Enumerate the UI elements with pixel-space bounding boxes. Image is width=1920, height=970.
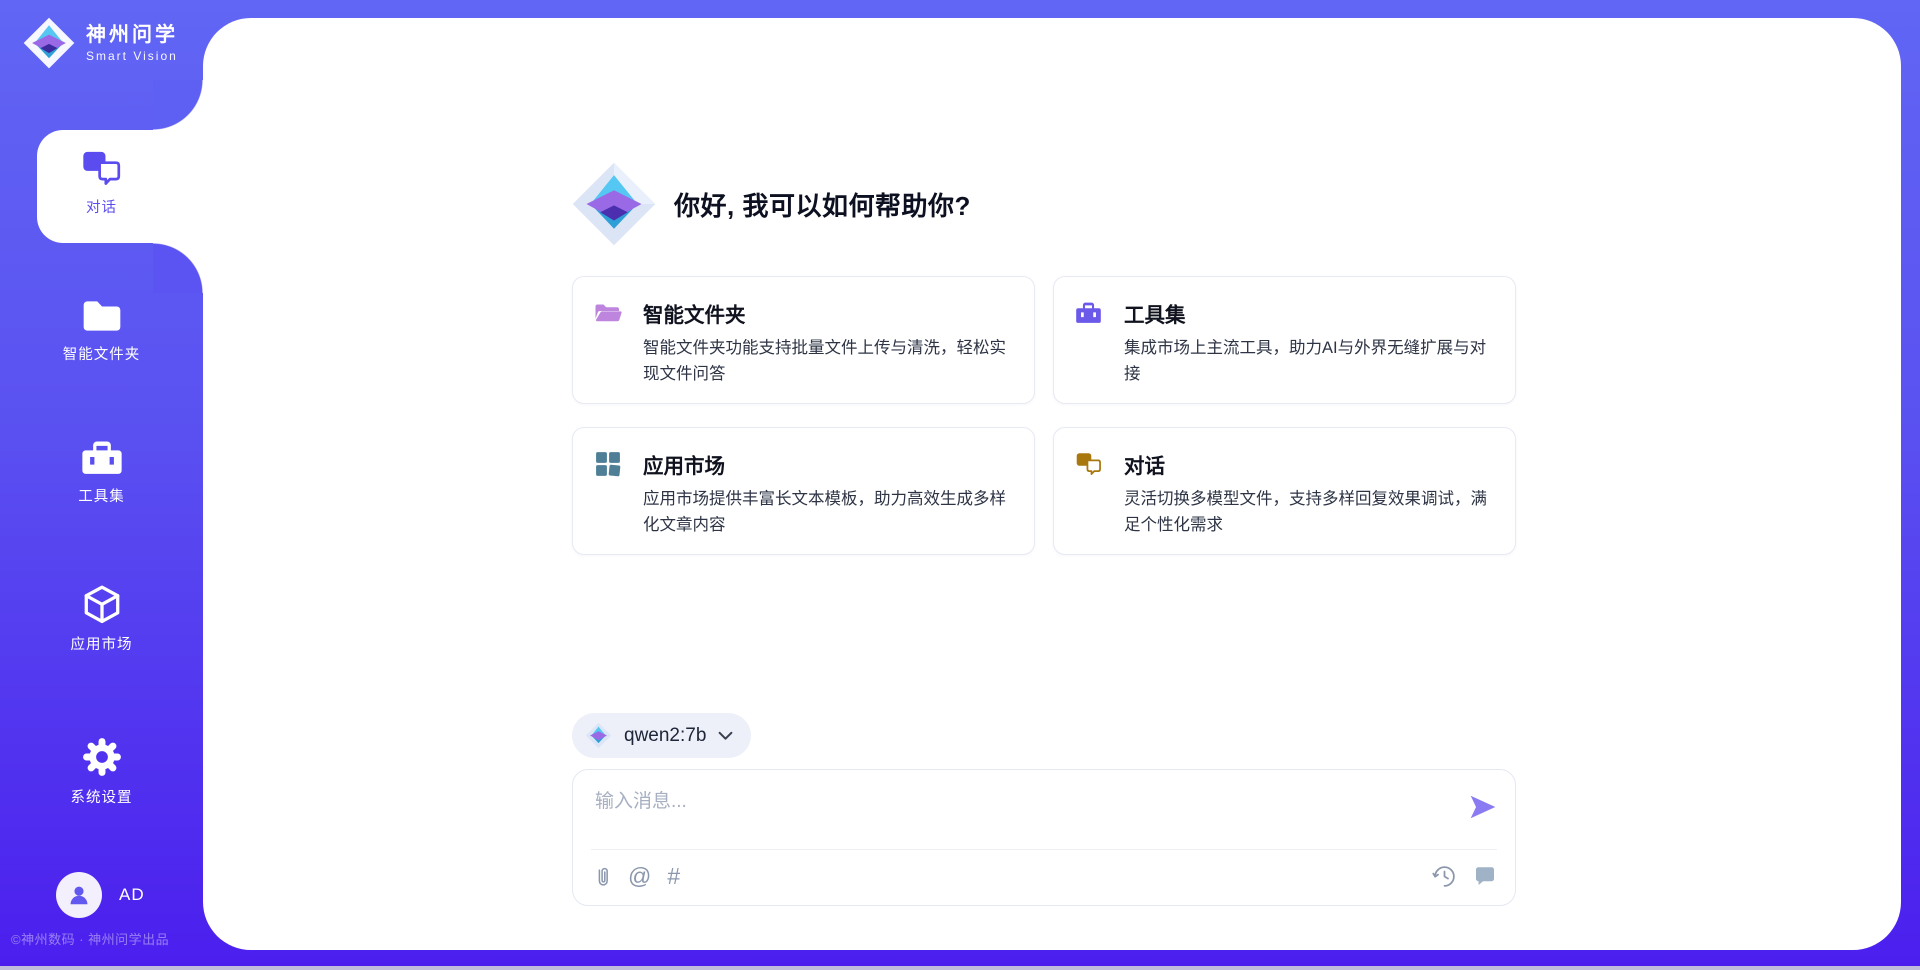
paperclip-icon — [594, 864, 612, 889]
brand-logo: 神州问学 Smart Vision — [22, 16, 178, 70]
composer-toolbar: @ # — [594, 860, 1497, 892]
copyright-footer: ©神州数码 · 神州问学出品 — [11, 929, 169, 948]
sidebar-item-label: 工具集 — [78, 485, 125, 506]
sidebar-item-smart-folder[interactable]: 智能文件夹 — [0, 297, 203, 364]
user-account[interactable]: AD — [56, 872, 145, 918]
history-button[interactable] — [1432, 864, 1457, 889]
card-title: 智能文件夹 — [643, 298, 746, 328]
person-icon — [66, 882, 92, 908]
message-input[interactable] — [593, 784, 1447, 836]
feedback-button[interactable] — [1473, 865, 1497, 887]
briefcase-icon — [1072, 299, 1105, 327]
brand-name: 神州问学 — [86, 24, 178, 47]
sidebar-item-label: 智能文件夹 — [63, 343, 141, 364]
chevron-down-icon — [718, 731, 733, 741]
folder-icon — [80, 297, 124, 335]
feature-cards-grid: 智能文件夹 智能文件夹功能支持批量文件上传与清洗，轻松实现文件问答 工具集 集成… — [572, 276, 1516, 555]
history-clock-icon — [1432, 864, 1457, 889]
model-selector[interactable]: qwen2:7b — [572, 713, 751, 758]
chat-bubbles-icon — [1072, 450, 1105, 478]
card-title: 对话 — [1124, 449, 1165, 479]
card-chat[interactable]: 对话 灵活切换多模型文件，支持多样回复效果调试，满足个性化需求 — [1053, 427, 1516, 555]
cube-icon — [80, 585, 124, 625]
brand-subtitle: Smart Vision — [86, 49, 178, 63]
sidebar-item-label: 对话 — [86, 196, 117, 217]
send-button[interactable] — [1468, 792, 1498, 822]
chat-bubbles-icon — [81, 150, 123, 188]
card-description: 集成市场上主流工具，助力AI与外界无缝扩展与对接 — [1124, 336, 1497, 387]
sidebar-item-label: 应用市场 — [71, 633, 133, 654]
toolbox-icon — [80, 439, 124, 477]
card-smart-folder[interactable]: 智能文件夹 智能文件夹功能支持批量文件上传与清洗，轻松实现文件问答 — [572, 276, 1035, 404]
mention-button[interactable]: @ — [628, 865, 651, 888]
sidebar-item-toolset[interactable]: 工具集 — [0, 439, 203, 506]
tab-fillet-top — [153, 80, 203, 130]
gear-icon — [81, 736, 123, 778]
send-plane-icon — [1468, 792, 1498, 822]
hero-diamond-icon — [570, 160, 658, 248]
sidebar-item-label: 系统设置 — [71, 786, 133, 807]
folder-open-icon — [591, 299, 624, 327]
brand-diamond-icon — [22, 16, 76, 70]
hero-greeting-block: 你好, 我可以如何帮助你? — [570, 160, 971, 248]
composer-divider — [591, 849, 1497, 850]
tab-fillet-bottom — [153, 243, 203, 293]
chat-bubble-icon — [1473, 865, 1497, 887]
model-diamond-icon — [585, 722, 612, 749]
avatar — [56, 872, 102, 918]
attachment-button[interactable] — [594, 864, 612, 889]
card-description: 灵活切换多模型文件，支持多样回复效果调试，满足个性化需求 — [1124, 487, 1497, 538]
app-grid-icon — [591, 450, 624, 478]
card-description: 应用市场提供丰富长文本模板，助力高效生成多样化文章内容 — [643, 487, 1016, 538]
card-description: 智能文件夹功能支持批量文件上传与清洗，轻松实现文件问答 — [643, 336, 1016, 387]
card-title: 工具集 — [1124, 298, 1186, 328]
card-app-market[interactable]: 应用市场 应用市场提供丰富长文本模板，助力高效生成多样化文章内容 — [572, 427, 1035, 555]
window-bottom-edge — [0, 966, 1920, 970]
card-toolset[interactable]: 工具集 集成市场上主流工具，助力AI与外界无缝扩展与对接 — [1053, 276, 1516, 404]
model-name: qwen2:7b — [624, 725, 706, 747]
sidebar-item-chat[interactable]: 对话 — [0, 150, 203, 217]
card-title: 应用市场 — [643, 449, 725, 479]
hashtag-button[interactable]: # — [667, 865, 680, 888]
greeting-title: 你好, 我可以如何帮助你? — [674, 186, 971, 223]
sidebar-item-settings[interactable]: 系统设置 — [0, 736, 203, 807]
message-composer: @ # — [572, 769, 1516, 906]
sidebar-item-app-market[interactable]: 应用市场 — [0, 585, 203, 654]
user-name: AD — [119, 885, 145, 905]
